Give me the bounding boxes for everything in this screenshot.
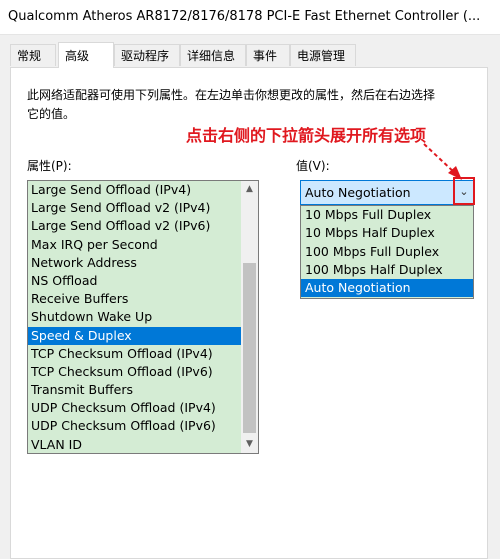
list-item[interactable]: VLAN ID xyxy=(28,436,258,453)
chevron-up-icon[interactable]: ▲ xyxy=(241,181,258,198)
tab-events[interactable]: 事件 xyxy=(246,44,290,66)
description-text: 此网络适配器可使用下列属性。在左边单击你想更改的属性，然后在右边选择它的值。 xyxy=(27,88,436,121)
list-item-selected[interactable]: Speed & Duplex xyxy=(28,326,258,345)
value-label: 值(V): xyxy=(296,159,330,173)
value-dropdown-list[interactable]: 10 Mbps Full Duplex 10 Mbps Half Duplex … xyxy=(300,205,474,299)
tab-advanced[interactable]: 高级 xyxy=(58,42,114,68)
chevron-down-icon[interactable]: ▼ xyxy=(241,436,258,453)
list-item[interactable]: UDP Checksum Offload (IPv4) xyxy=(28,399,258,417)
list-item[interactable]: Max IRQ per Second xyxy=(28,236,258,254)
dropdown-option[interactable]: 10 Mbps Half Duplex xyxy=(301,224,473,242)
list-item[interactable]: UDP Checksum Offload (IPv6) xyxy=(28,417,258,435)
tab-driver[interactable]: 驱动程序 xyxy=(114,44,180,66)
list-item[interactable]: Large Send Offload v2 (IPv6) xyxy=(28,217,258,235)
value-combobox[interactable]: Auto Negotiation ⌄ xyxy=(300,180,474,205)
list-item[interactable]: Large Send Offload v2 (IPv4) xyxy=(28,199,258,217)
property-listbox[interactable]: Large Send Offload (IPv4) Large Send Off… xyxy=(27,180,259,454)
dropdown-option[interactable]: 100 Mbps Full Duplex xyxy=(301,243,473,261)
dropdown-option-selected[interactable]: Auto Negotiation xyxy=(301,279,473,298)
tab-general[interactable]: 常规 xyxy=(10,44,56,66)
list-item[interactable]: Large Send Offload (IPv4) xyxy=(28,181,258,199)
scrollbar-thumb[interactable] xyxy=(243,263,256,433)
list-item[interactable]: Shutdown Wake Up xyxy=(28,308,258,326)
list-item[interactable]: TCP Checksum Offload (IPv6) xyxy=(28,363,258,381)
list-item[interactable]: NS Offload xyxy=(28,272,258,290)
listbox-scrollbar[interactable]: ▲ ▼ xyxy=(241,181,258,453)
window-title: Qualcomm Atheros AR8172/8176/8178 PCI-E … xyxy=(8,9,481,24)
list-item[interactable]: Transmit Buffers xyxy=(28,381,258,399)
highlight-box xyxy=(453,177,475,205)
list-item[interactable]: Network Address xyxy=(28,254,258,272)
tab-details[interactable]: 详细信息 xyxy=(180,44,246,66)
title-bar: Qualcomm Atheros AR8172/8176/8178 PCI-E … xyxy=(0,0,500,35)
list-item[interactable]: Receive Buffers xyxy=(28,290,258,308)
dropdown-option[interactable]: 100 Mbps Half Duplex xyxy=(301,261,473,279)
annotation-text: 点击右侧的下拉箭头展开所有选项 xyxy=(186,126,427,145)
list-item[interactable]: TCP Checksum Offload (IPv4) xyxy=(28,345,258,363)
combobox-value: Auto Negotiation xyxy=(305,185,411,200)
property-label: 属性(P): xyxy=(27,159,72,173)
tab-power-management[interactable]: 电源管理 xyxy=(290,44,356,66)
dropdown-option[interactable]: 10 Mbps Full Duplex xyxy=(301,206,473,224)
